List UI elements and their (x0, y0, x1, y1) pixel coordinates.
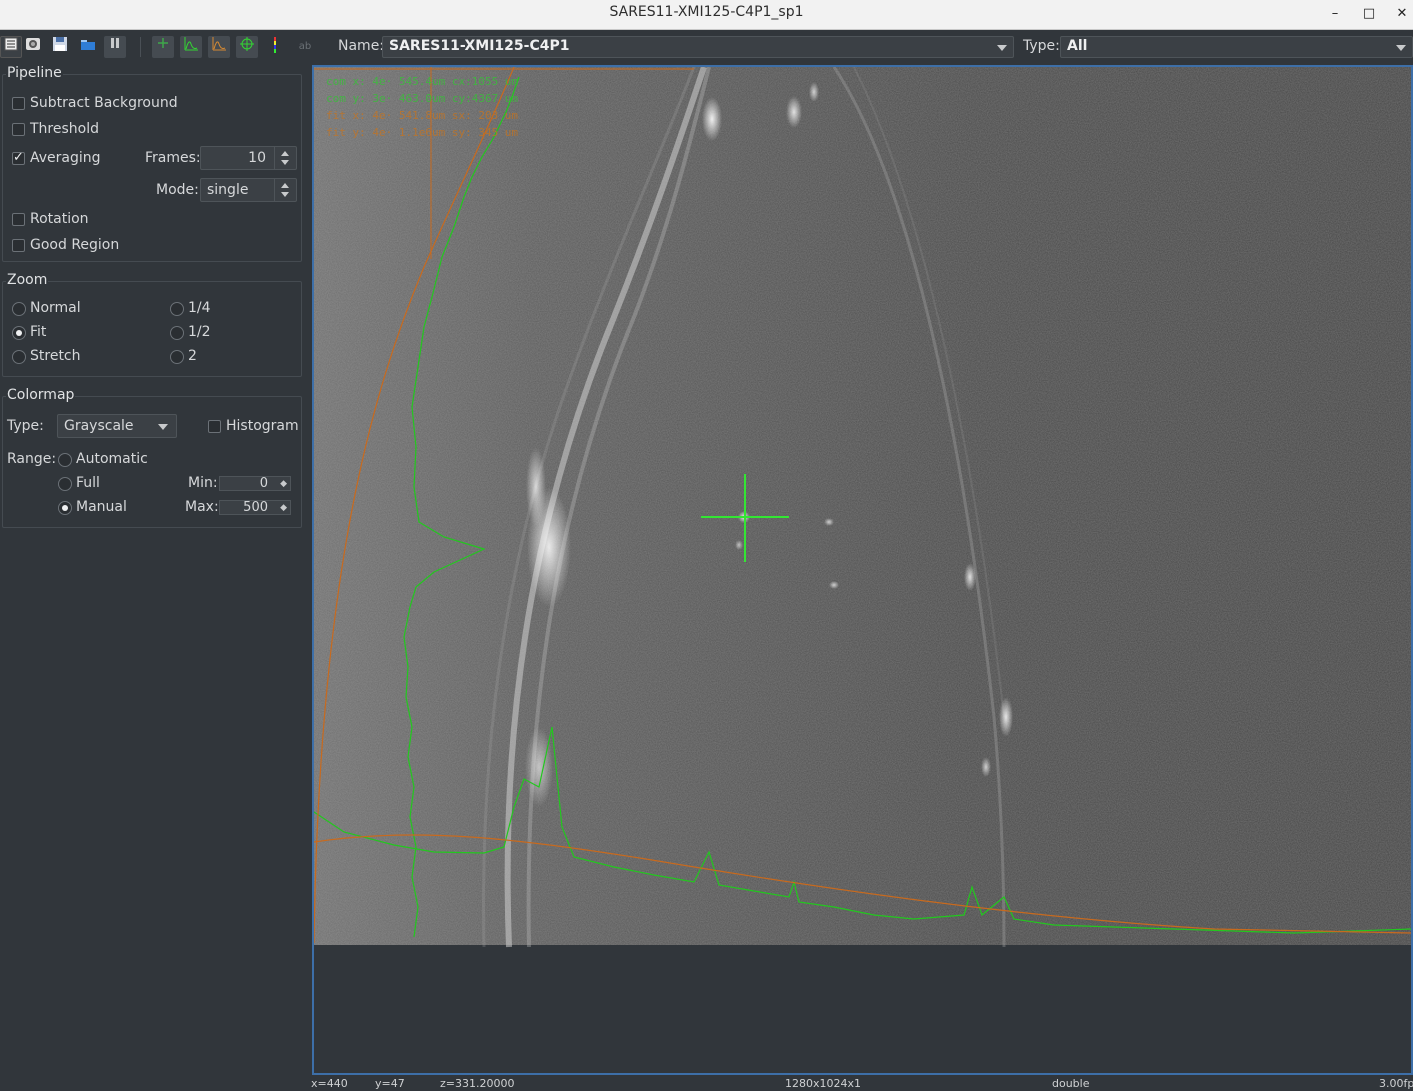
range-manual-label: Manual (76, 499, 127, 515)
type-select[interactable]: All (1060, 36, 1413, 58)
camera-icon[interactable] (22, 36, 44, 58)
type-label: Type: (1023, 38, 1060, 54)
max-label: Max: (185, 499, 219, 515)
color-marker-icon[interactable] (264, 36, 286, 58)
spin-arrows-icon[interactable] (274, 147, 296, 169)
zoom-stretch-radio[interactable] (12, 350, 26, 364)
folder-icon[interactable] (77, 36, 99, 58)
list-icon[interactable] (0, 36, 22, 58)
mode-label: Mode: (156, 182, 199, 198)
zoom-half-label: 1/2 (188, 324, 211, 340)
subtract-background-checkbox[interactable] (12, 97, 25, 110)
status-bar: x=440 y=47 z=331.20000 1280x1024x1 doubl… (0, 1076, 1413, 1091)
subtract-background-label: Subtract Background (30, 95, 178, 111)
status-z: z=331.20000 (440, 1077, 515, 1090)
zoom-double-label: 2 (188, 348, 197, 364)
camera-image-svg[interactable]: com x: 4e· 545.4um cx:1055 um com y: 3e·… (314, 67, 1411, 1073)
min-value: 0 (259, 476, 268, 491)
averaging-label: Averaging (30, 150, 101, 166)
x-projection-icon[interactable] (180, 36, 202, 58)
name-select[interactable]: SARES11-XMI125-C4P1 (382, 36, 1014, 58)
window-titlebar: SARES11-XMI125-C4P1_sp1 – □ ✕ (0, 0, 1413, 30)
plus-icon[interactable] (152, 36, 174, 58)
image-viewer[interactable]: com x: 4e· 545.4um cx:1055 um com y: 3e·… (312, 65, 1413, 1075)
spin-arrows-icon[interactable]: ◆ (280, 503, 287, 513)
status-data-type: double (1052, 1077, 1090, 1090)
spin-arrows-icon[interactable]: ◆ (280, 479, 287, 489)
threshold-label: Threshold (30, 121, 99, 137)
text-label-icon[interactable]: ab (294, 36, 316, 58)
status-fps: 3.00fps (1379, 1077, 1413, 1090)
max-value: 500 (243, 500, 268, 515)
y-projection-icon[interactable] (208, 36, 230, 58)
good-region-label: Good Region (30, 237, 120, 253)
maximize-button[interactable]: □ (1359, 4, 1379, 24)
camera-image (314, 67, 1411, 948)
rotation-checkbox[interactable] (12, 213, 25, 226)
zoom-double-radio[interactable] (170, 350, 184, 364)
zoom-quarter-radio[interactable] (170, 302, 184, 316)
colormap-title: Colormap (6, 387, 76, 403)
minimize-button[interactable]: – (1325, 4, 1345, 24)
min-label: Min: (188, 475, 218, 491)
zoom-normal-radio[interactable] (12, 302, 26, 316)
type-select-value: All (1067, 38, 1088, 54)
toolbar: ab Name: SARES11-XMI125-C4P1 Type: All (0, 31, 1413, 63)
good-region-checkbox[interactable] (12, 239, 25, 252)
range-full-radio[interactable] (58, 477, 72, 491)
zoom-half-radio[interactable] (170, 326, 184, 340)
colormap-type-value: Grayscale (64, 418, 134, 434)
histogram-checkbox[interactable] (208, 420, 221, 433)
range-automatic-label: Automatic (76, 451, 148, 467)
status-image-size: 1280x1024x1 (785, 1077, 862, 1090)
status-y: y=47 (375, 1077, 405, 1090)
min-spinbox[interactable]: 0 ◆ (219, 476, 291, 491)
crosshair-icon[interactable] (236, 36, 258, 58)
overlay-fit-y: fit y: 4e· 1.1e6um sy: 345 um (326, 126, 518, 139)
chevron-down-icon (158, 424, 168, 430)
zoom-title: Zoom (6, 272, 49, 288)
spin-arrows-icon[interactable] (274, 179, 296, 201)
pipeline-title: Pipeline (6, 65, 63, 81)
toolbar-separator (140, 37, 141, 57)
mode-value: single (207, 182, 249, 198)
name-label: Name: (338, 38, 385, 54)
mode-select[interactable]: single (200, 178, 297, 202)
threshold-checkbox[interactable] (12, 123, 25, 136)
zoom-fit-label: Fit (30, 324, 47, 340)
colormap-type-select[interactable]: Grayscale (57, 414, 177, 438)
zoom-fit-radio[interactable] (12, 326, 26, 340)
range-label: Range: (7, 451, 57, 467)
range-full-label: Full (76, 475, 100, 491)
chevron-down-icon (1396, 45, 1406, 51)
frames-value: 10 (248, 150, 266, 166)
close-button[interactable]: ✕ (1392, 4, 1412, 24)
range-manual-radio[interactable] (58, 501, 72, 515)
zoom-stretch-label: Stretch (30, 348, 81, 364)
zoom-normal-label: Normal (30, 300, 81, 316)
overlay-com-x: com x: 4e· 545.4um cx:1055 um (326, 75, 518, 88)
histogram-label: Histogram (226, 418, 299, 434)
overlay-fit-x: fit x: 4e· 541.8um sx: 203 um (326, 109, 518, 122)
pause-icon[interactable] (104, 36, 126, 58)
zoom-quarter-label: 1/4 (188, 300, 211, 316)
overlay-com-y: com y: 3e· 463.0um cy:4367 um (326, 92, 518, 105)
colormap-type-label: Type: (7, 418, 44, 434)
status-x: x=440 (311, 1077, 348, 1090)
rotation-label: Rotation (30, 211, 89, 227)
chevron-down-icon (997, 45, 1007, 51)
save-icon[interactable] (49, 36, 71, 58)
frames-label: Frames: (145, 150, 201, 166)
max-spinbox[interactable]: 500 ◆ (219, 500, 291, 515)
frames-spinbox[interactable]: 10 (200, 146, 297, 170)
range-automatic-radio[interactable] (58, 453, 72, 467)
name-select-value: SARES11-XMI125-C4P1 (389, 38, 570, 54)
averaging-checkbox[interactable] (12, 150, 25, 165)
window-title: SARES11-XMI125-C4P1_sp1 (609, 4, 804, 20)
